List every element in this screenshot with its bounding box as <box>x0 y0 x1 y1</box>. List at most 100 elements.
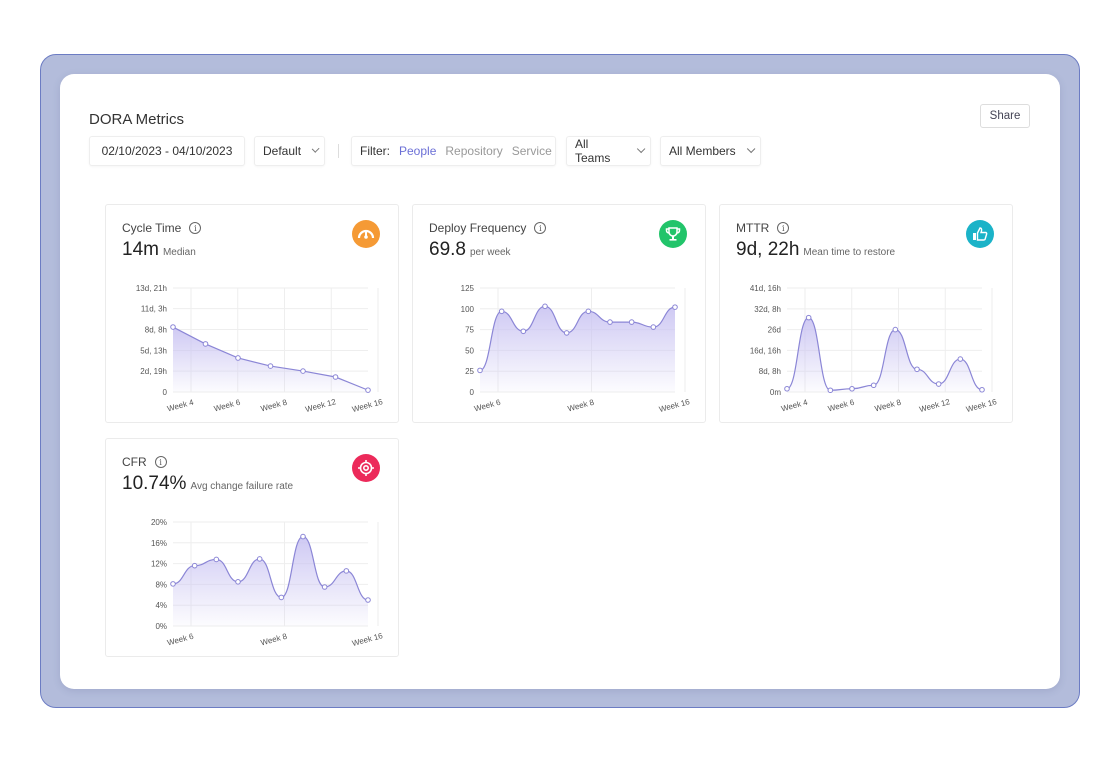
target-icon <box>352 454 380 482</box>
data-point[interactable] <box>300 533 306 540</box>
data-point[interactable] <box>256 556 263 562</box>
data-point[interactable] <box>191 562 198 569</box>
x-tick-label: Week 8 <box>260 398 289 414</box>
card-title-text: Cycle Time <box>122 221 182 235</box>
metric-value: 14m <box>122 239 159 260</box>
y-tick-label: 4% <box>155 601 167 610</box>
series-area <box>173 327 368 392</box>
teams-select[interactable]: All Teams <box>566 136 651 166</box>
data-point[interactable] <box>650 324 657 330</box>
x-tick-label: Week 16 <box>351 397 384 414</box>
card-value: 69.8 per week <box>429 239 511 261</box>
data-point[interactable] <box>628 319 635 325</box>
card-value: 9d, 22h Mean time to restore <box>736 239 895 261</box>
x-tick-label: Week 8 <box>567 398 596 414</box>
info-icon[interactable]: i <box>777 222 790 234</box>
y-tick-label: 16% <box>151 539 167 548</box>
y-tick-label: 75 <box>465 326 474 335</box>
data-point[interactable] <box>914 366 920 373</box>
x-tick-label: Week 6 <box>213 398 242 414</box>
y-tick-label: 12% <box>151 560 167 569</box>
data-point[interactable] <box>498 308 505 315</box>
data-point[interactable] <box>170 324 176 330</box>
data-point[interactable] <box>542 303 548 310</box>
card-title-text: CFR <box>122 455 147 469</box>
filter-repository[interactable]: Repository <box>445 144 502 158</box>
chevron-down-icon <box>636 144 646 154</box>
data-point[interactable] <box>202 341 209 347</box>
data-point[interactable] <box>321 584 328 590</box>
data-point[interactable] <box>170 581 176 587</box>
chevron-down-icon <box>311 145 320 153</box>
card-title: Deploy Frequency i <box>429 221 547 235</box>
metric-card-mttr: MTTR i 9d, 22h Mean time to restore 0m 8d, … <box>719 204 1013 423</box>
data-point[interactable] <box>607 319 613 325</box>
data-point[interactable] <box>278 594 285 601</box>
y-tick-label: 0 <box>470 388 475 397</box>
filter-service[interactable]: Service <box>512 144 552 158</box>
x-tick-label: Week 16 <box>658 397 691 414</box>
y-tick-label: 5d, 13h <box>140 346 167 355</box>
x-tick-label: Week 12 <box>918 397 951 414</box>
data-point[interactable] <box>672 304 678 310</box>
data-point[interactable] <box>935 381 942 387</box>
data-point[interactable] <box>343 568 350 574</box>
x-tick-label: Week 6 <box>827 398 856 414</box>
date-range-value: 02/10/2023 - 04/10/2023 <box>101 144 233 158</box>
y-tick-label: 50 <box>465 346 474 355</box>
x-tick-label: Week 4 <box>780 398 809 414</box>
data-point[interactable] <box>213 556 220 563</box>
x-tick-label: Week 8 <box>874 398 903 414</box>
x-tick-label: Week 6 <box>473 398 502 414</box>
y-tick-label: 13d, 21h <box>136 284 167 293</box>
y-tick-label: 8d, 8h <box>759 367 781 376</box>
data-point[interactable] <box>585 308 592 315</box>
card-title-text: Deploy Frequency <box>429 221 527 235</box>
data-point[interactable] <box>827 387 834 394</box>
data-point[interactable] <box>870 382 877 389</box>
data-point[interactable] <box>979 386 985 393</box>
data-point[interactable] <box>332 374 339 380</box>
data-point[interactable] <box>784 385 790 392</box>
series-area <box>480 306 675 392</box>
data-point[interactable] <box>477 367 483 374</box>
chart: 0 2d, 19h 5d, 13h 8d, 8h 11d, 3h 13d, 21h Week… <box>136 284 384 414</box>
info-icon[interactable]: i <box>189 222 202 234</box>
preset-select[interactable]: Default <box>254 136 325 166</box>
data-point[interactable] <box>235 355 241 361</box>
info-icon[interactable]: i <box>534 222 547 234</box>
data-point[interactable] <box>520 328 527 335</box>
metric-card-cfr: CFR i 10.74% Avg change failure rate 0% 4% 8… <box>105 438 399 657</box>
data-point[interactable] <box>563 330 570 336</box>
data-point[interactable] <box>892 326 899 333</box>
data-point[interactable] <box>805 314 812 321</box>
metric-card-deploy-frequency: Deploy Frequency i 69.8 per week 0 25 50 75 10… <box>412 204 706 423</box>
card-title: Cycle Time i <box>122 221 202 235</box>
data-point[interactable] <box>365 597 371 603</box>
data-point[interactable] <box>235 579 241 585</box>
x-tick-label: Week 16 <box>965 397 998 414</box>
data-point[interactable] <box>957 356 964 362</box>
y-tick-label: 25 <box>465 367 474 376</box>
y-tick-label: 8d, 8h <box>145 326 167 335</box>
y-tick-label: 100 <box>461 305 475 314</box>
data-point[interactable] <box>267 363 274 369</box>
y-tick-label: 26d <box>768 326 781 335</box>
members-select[interactable]: All Members <box>660 136 761 166</box>
share-button[interactable]: Share <box>980 104 1030 128</box>
thumbs-up-icon <box>966 220 994 248</box>
date-range-picker[interactable]: 02/10/2023 - 04/10/2023 <box>89 136 245 166</box>
preset-value: Default <box>263 144 302 158</box>
y-tick-label: 2d, 19h <box>140 367 167 376</box>
y-tick-label: 11d, 3h <box>141 305 167 314</box>
data-point[interactable] <box>365 387 371 393</box>
filter-people[interactable]: People <box>399 144 436 158</box>
y-tick-label: 41d, 16h <box>750 284 781 293</box>
data-point[interactable] <box>849 385 855 392</box>
trophy-icon <box>659 220 687 248</box>
metric-caption: Median <box>162 247 196 258</box>
y-tick-label: 0% <box>155 622 167 631</box>
data-point[interactable] <box>300 368 306 374</box>
card-title: CFR i <box>122 455 167 469</box>
info-icon[interactable]: i <box>154 456 167 468</box>
